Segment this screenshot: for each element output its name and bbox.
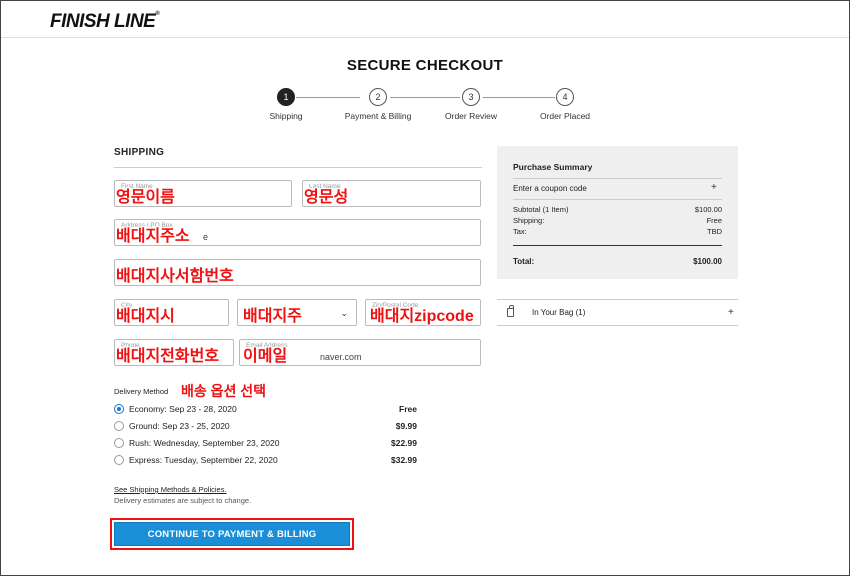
summary-tax: Tax: TBD (513, 227, 722, 236)
delivery-option-economy[interactable]: Economy: Sep 23 - 28, 2020 Free (114, 404, 424, 416)
purchase-summary: Purchase Summary Enter a coupon code + S… (497, 146, 738, 279)
row-label: Subtotal (1 Item) (513, 205, 569, 214)
plus-icon[interactable]: + (728, 307, 734, 318)
step-order-review: 3 Order Review (421, 88, 521, 121)
step-order-placed: 4 Order Placed (515, 88, 615, 121)
radio-unselected[interactable] (114, 438, 124, 448)
annotation-delivery: 배송 옵션 선택 (181, 383, 267, 399)
plus-icon[interactable]: + (711, 182, 717, 193)
registered-mark: ® (155, 11, 160, 17)
annotation-first-name: 영문이름 (116, 189, 175, 206)
summary-divider (513, 199, 722, 200)
checkout-steps: 1 Shipping 2 Payment & Billing 3 Order R… (0, 88, 850, 128)
option-price: Free (399, 404, 417, 414)
step-shipping: 1 Shipping (236, 88, 336, 121)
option-price: $9.99 (395, 421, 417, 431)
summary-subtotal: Subtotal (1 Item) $100.00 (513, 205, 722, 214)
shipping-policies-link[interactable]: See Shipping Methods & Policies. (114, 485, 227, 494)
coupon-toggle[interactable]: Enter a coupon code (513, 184, 587, 193)
annotation-city: 배대지시 (116, 308, 175, 325)
total-label: Total: (513, 257, 535, 266)
chevron-down-icon: ⌄ (340, 308, 348, 318)
annotation-zip: 배대지zipcode (370, 308, 474, 325)
row-value: Free (706, 216, 722, 225)
radio-selected[interactable] (114, 404, 124, 414)
option-price: $22.99 (391, 438, 417, 448)
annotation-phone: 배대지전화번호 (116, 348, 220, 365)
shipping-section-title: SHIPPING (114, 147, 165, 158)
summary-divider (513, 245, 722, 246)
delivery-option-ground[interactable]: Ground: Sep 23 - 25, 2020 $9.99 (114, 421, 424, 433)
step-label: Payment & Billing (344, 111, 412, 121)
annotation-email: 이메일 (243, 348, 288, 365)
step-payment-billing: 2 Payment & Billing (328, 88, 428, 121)
in-your-bag-row[interactable]: In Your Bag (1) + (497, 299, 738, 326)
site-header: FINISH LINE® (1, 1, 849, 38)
radio-unselected[interactable] (114, 455, 124, 465)
radio-unselected[interactable] (114, 421, 124, 431)
option-label: Economy: Sep 23 - 28, 2020 (129, 404, 237, 414)
delivery-method-label: Delivery Method (114, 387, 169, 396)
annotation-last-name: 영문성 (304, 189, 349, 206)
step-label: Order Review (445, 111, 497, 121)
annotation-address2: 배대지사서함번호 (116, 268, 234, 285)
total-value: $100.00 (693, 257, 722, 266)
row-label: Shipping: (513, 216, 545, 225)
option-price: $32.99 (391, 455, 417, 465)
summary-title: Purchase Summary (513, 162, 593, 172)
step-number: 4 (556, 88, 574, 106)
annotation-address: 배대지주소 (116, 228, 190, 245)
delivery-option-express[interactable]: Express: Tuesday, September 22, 2020 $32… (114, 455, 424, 467)
summary-divider (513, 178, 722, 179)
option-label: Express: Tuesday, September 22, 2020 (129, 455, 278, 465)
continue-to-payment-button[interactable]: CONTINUE TO PAYMENT & BILLING (114, 522, 350, 546)
step-number: 3 (462, 88, 480, 106)
field-value: naver.com (320, 352, 362, 362)
finish-line-logo[interactable]: FINISH LINE® (50, 11, 160, 33)
row-value: TBD (707, 227, 722, 236)
option-label: Ground: Sep 23 - 25, 2020 (129, 421, 230, 431)
row-label: Tax: (513, 227, 527, 236)
delivery-option-rush[interactable]: Rush: Wednesday, September 23, 2020 $22.… (114, 438, 424, 450)
field-value: e (203, 232, 209, 242)
bag-label: In Your Bag (1) (532, 308, 586, 317)
section-divider (114, 167, 482, 168)
step-number: 1 (277, 88, 295, 106)
shopping-bag-icon (507, 305, 514, 317)
option-label: Rush: Wednesday, September 23, 2020 (129, 438, 280, 448)
step-label: Order Placed (539, 111, 591, 121)
row-value: $100.00 (694, 205, 722, 214)
step-number: 2 (369, 88, 387, 106)
page-title: SECURE CHECKOUT (346, 57, 504, 74)
summary-shipping: Shipping: Free (513, 216, 722, 225)
step-label: Shipping (269, 111, 303, 121)
delivery-estimate-note: Delivery estimates are subject to change… (114, 496, 252, 505)
annotation-state: 배대지주 (243, 308, 302, 325)
summary-total: Total: $100.00 (513, 257, 722, 266)
